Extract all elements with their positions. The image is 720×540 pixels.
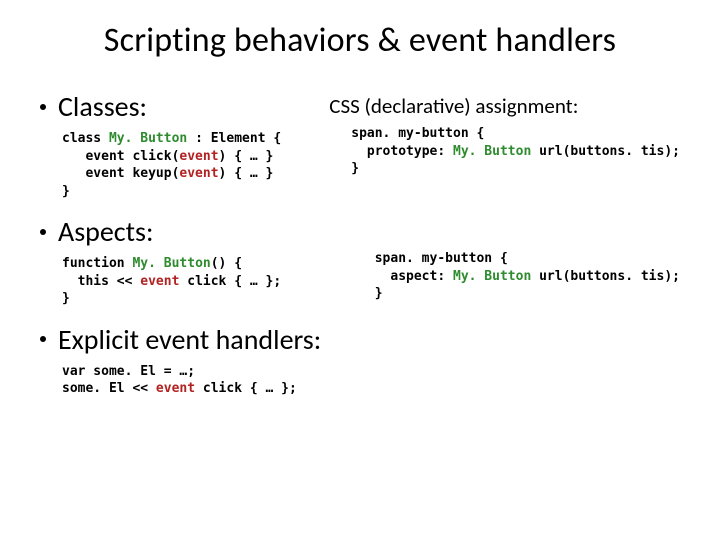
css-sublabel: CSS (declarative) assignment: — [329, 93, 680, 119]
bullet-text-aspects: Aspects: — [58, 214, 153, 249]
row-aspects: Aspects: function My. Button() { this <<… — [40, 214, 680, 308]
code-classes: class My. Button : Element { event click… — [62, 130, 309, 200]
bullet-dot-icon — [40, 104, 46, 110]
row-classes: Classes: class My. Button : Element { ev… — [40, 89, 680, 200]
col-right-aspects: span. my-button { aspect: My. Button url… — [353, 214, 680, 303]
bullet-text-classes: Classes: — [58, 89, 147, 124]
row-explicit: Explicit event handlers: var some. El = … — [40, 322, 680, 398]
code-explicit: var some. El = …; some. El << event clic… — [62, 363, 680, 398]
bullet-dot-icon — [40, 229, 46, 235]
bullet-text-explicit: Explicit event handlers: — [58, 322, 321, 357]
code-css-aspects: span. my-button { aspect: My. Button url… — [375, 250, 680, 303]
col-right-classes: CSS (declarative) assignment: span. my-b… — [329, 89, 680, 178]
bullet-aspects: Aspects: — [40, 214, 333, 249]
bullet-explicit: Explicit event handlers: — [40, 322, 680, 357]
slide-title: Scripting behaviors & event handlers — [40, 20, 680, 61]
col-left-classes: Classes: class My. Button : Element { ev… — [40, 89, 309, 200]
bullet-classes: Classes: — [40, 89, 309, 124]
bullet-dot-icon — [40, 336, 46, 342]
code-aspects: function My. Button() { this << event cl… — [62, 255, 333, 308]
col-left-aspects: Aspects: function My. Button() { this <<… — [40, 214, 333, 308]
slide: Scripting behaviors & event handlers Cla… — [0, 0, 720, 540]
code-css-classes: span. my-button { prototype: My. Button … — [351, 125, 680, 178]
